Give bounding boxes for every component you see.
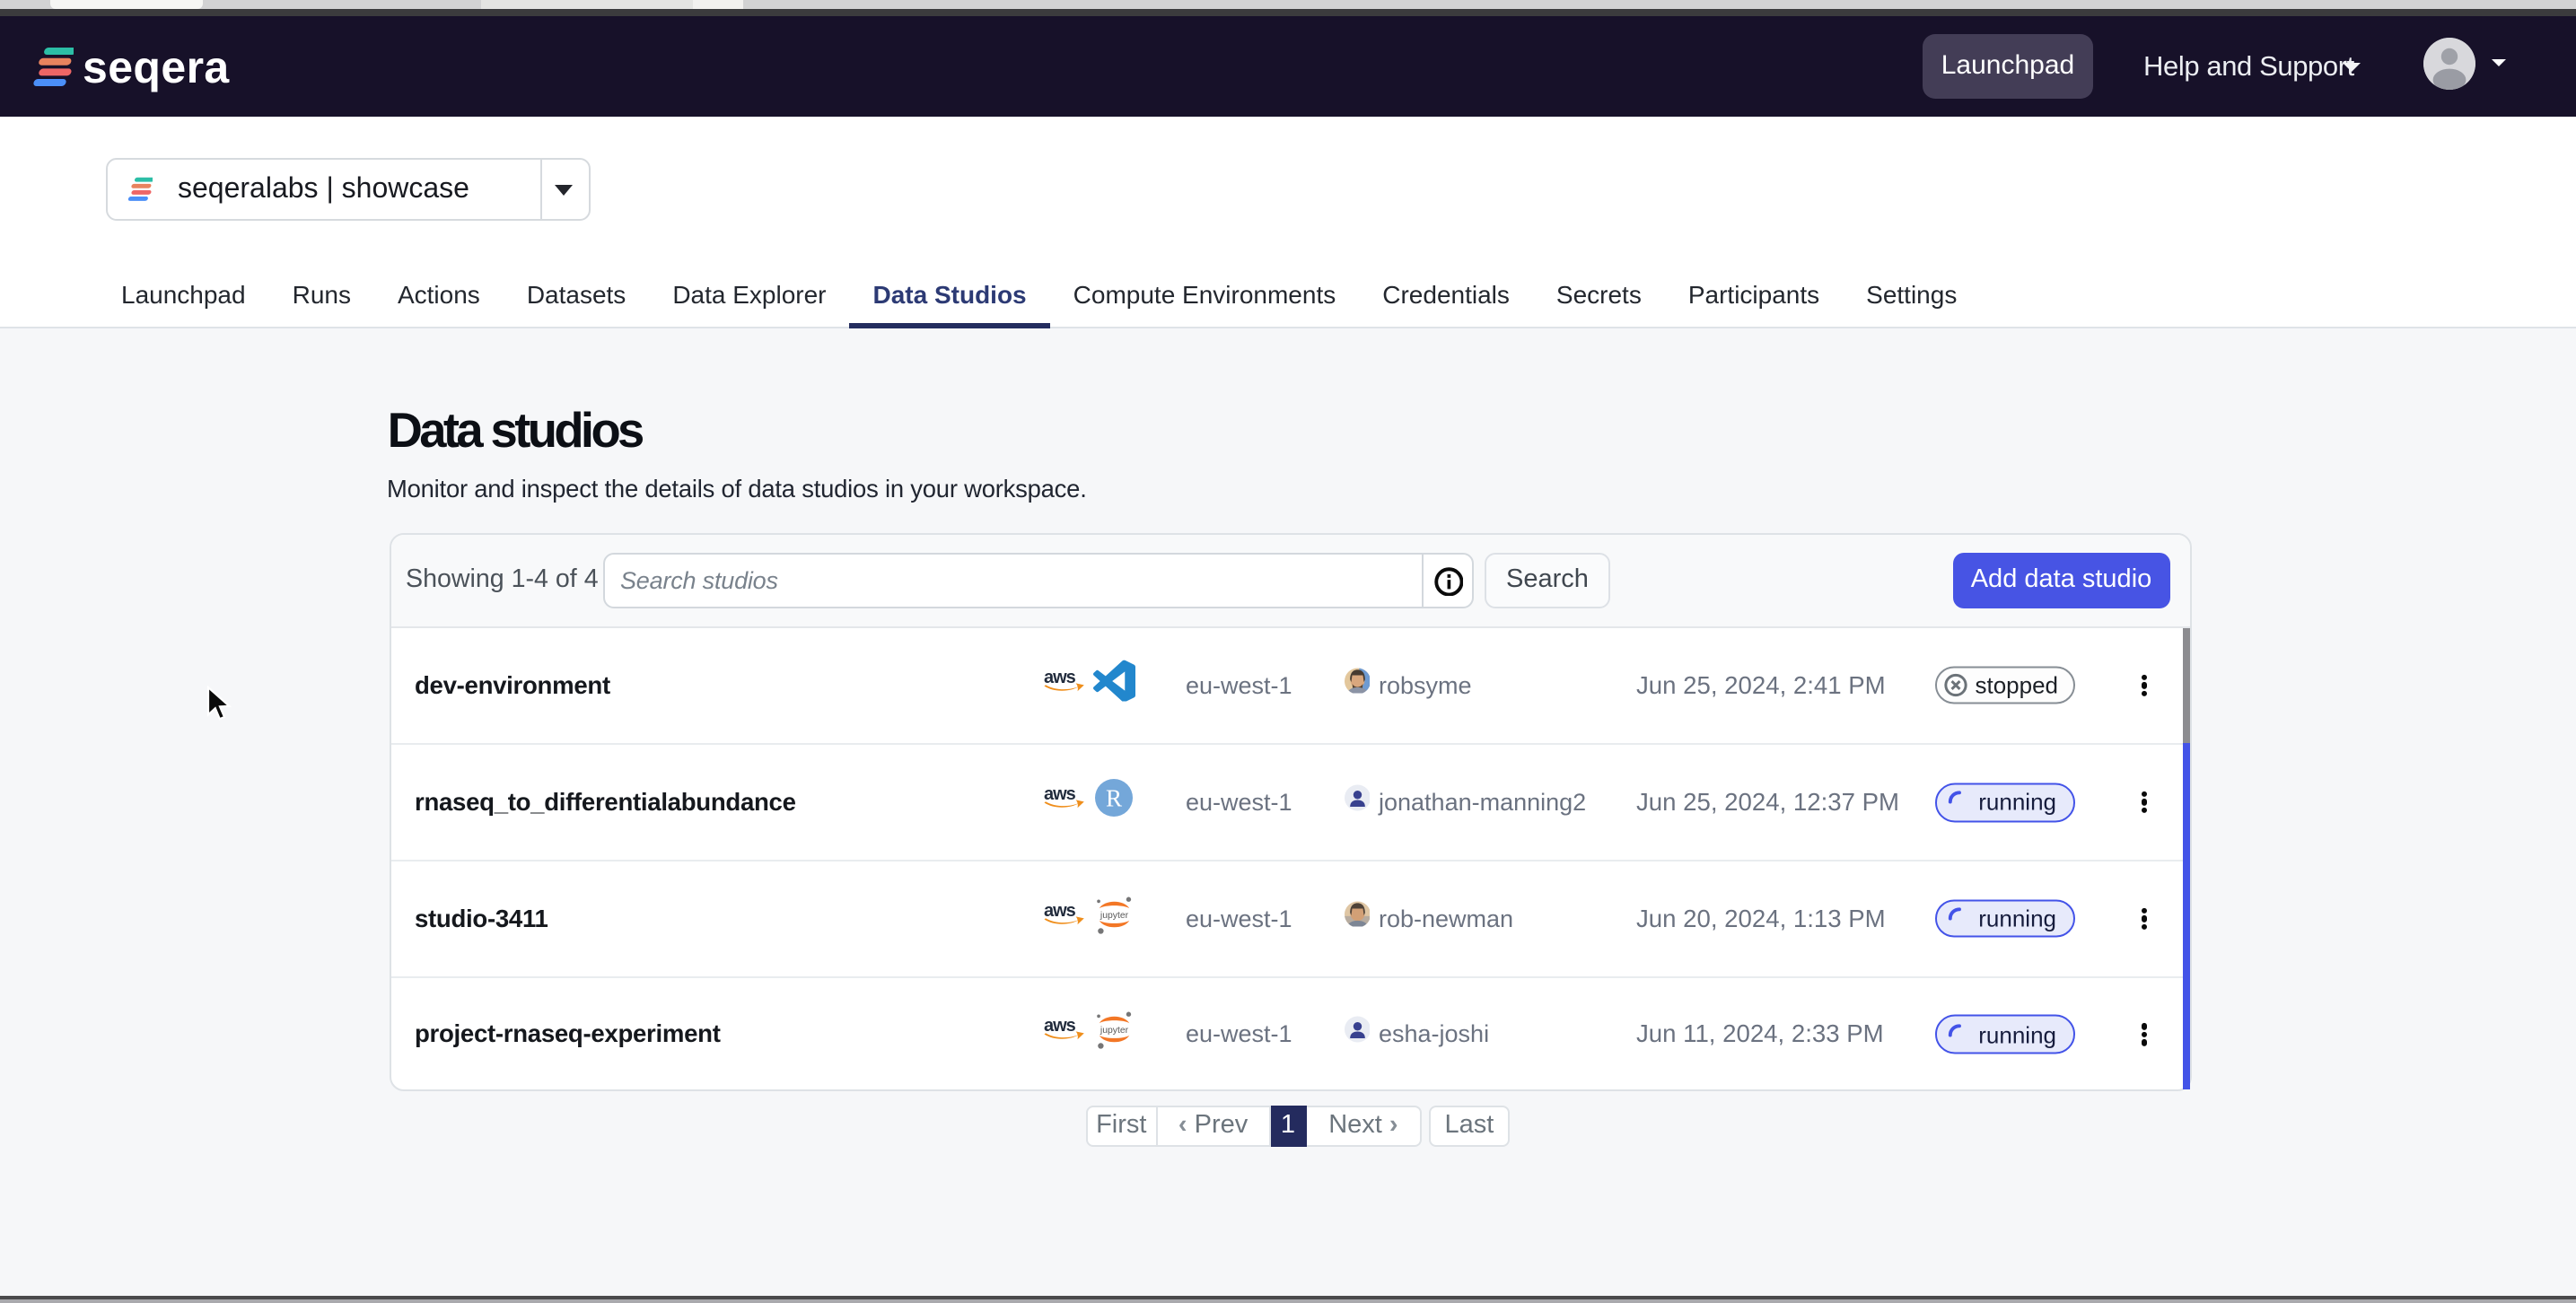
svg-text:R: R (1106, 785, 1123, 812)
svg-text:aws: aws (1043, 1017, 1075, 1036)
svg-text:aws: aws (1043, 668, 1075, 687)
svg-text:aws: aws (1043, 900, 1075, 920)
svg-text:aws: aws (1043, 784, 1075, 804)
svg-text:jupyter: jupyter (1100, 911, 1129, 921)
svg-text:jupyter: jupyter (1100, 1027, 1129, 1036)
